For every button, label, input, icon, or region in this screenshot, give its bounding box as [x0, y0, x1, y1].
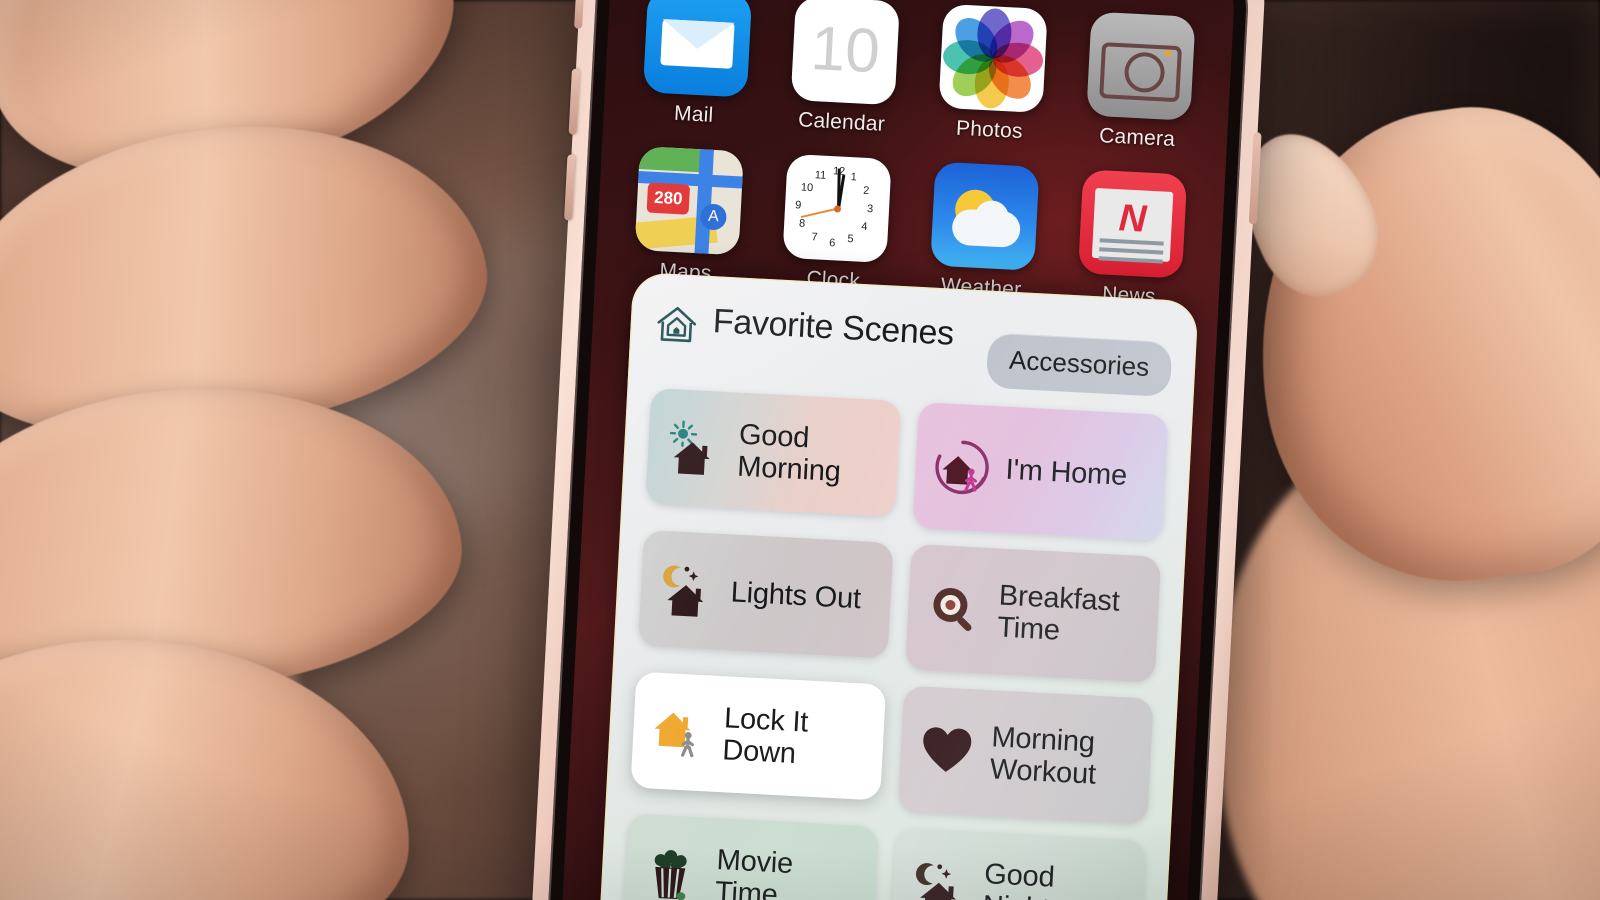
iphone-device: Mail 10 Calendar Photos Camera 280 A Map… — [527, 0, 1269, 900]
scene-tile-good-night[interactable]: Good Night — [890, 827, 1147, 900]
route-shield: 280 — [646, 182, 691, 215]
house-arrive-icon — [935, 440, 989, 495]
home-outline-icon — [657, 306, 697, 343]
scene-tile-morning-workout[interactable]: Morning Workout — [897, 685, 1154, 825]
scene-tile-breakfast-time[interactable]: Breakfast Time — [904, 543, 1162, 683]
clock-numeral: 6 — [828, 237, 836, 250]
app-photos[interactable]: Photos — [933, 3, 1052, 146]
clock-numeral: 9 — [794, 199, 802, 212]
app-news[interactable]: N News — [1072, 169, 1191, 311]
app-label: Calendar — [797, 108, 886, 136]
clock-numeral: 8 — [798, 217, 806, 230]
left-hand — [0, 0, 580, 900]
phone-screen: Mail 10 Calendar Photos Camera 280 A Map… — [559, 0, 1237, 900]
news-glyph: N — [1117, 197, 1148, 241]
clock-numeral: 5 — [847, 233, 854, 246]
clock-numeral: 2 — [862, 184, 870, 198]
scene-tile-good-morning[interactable]: Good Morning — [645, 387, 902, 517]
moon-house-icon — [663, 565, 704, 617]
app-label: Photos — [955, 116, 1024, 144]
scenes-grid: Good Morning I'm Home Lights Out Breakfa… — [623, 387, 1169, 900]
app-label: Camera — [1098, 124, 1176, 152]
app-row-1: Mail 10 Calendar Photos Camera — [637, 0, 1199, 153]
ring-silent-switch[interactable] — [574, 0, 585, 29]
scene-tile-im-home[interactable]: I'm Home — [912, 402, 1169, 541]
calendar-icon: 10 — [790, 0, 900, 106]
app-weather[interactable]: Weather — [925, 161, 1044, 303]
clock-numeral: 3 — [866, 203, 874, 216]
app-mail[interactable]: Mail — [637, 0, 756, 130]
nav-badge: A — [699, 203, 728, 231]
right-hand — [1210, 0, 1600, 900]
finger-pinky — [0, 630, 416, 900]
screenshot-stage: Mail 10 Calendar Photos Camera 280 A Map… — [0, 0, 1600, 900]
clock-numeral: 4 — [860, 220, 868, 234]
scene-tile-lock-it-down[interactable]: Lock It Down — [630, 671, 887, 801]
clock-numeral: 1 — [850, 170, 858, 184]
scene-label: Good Morning — [736, 418, 842, 488]
frying-pan-icon — [933, 587, 972, 632]
clock-icon: 121234567891011 — [782, 153, 892, 264]
app-maps[interactable]: 280 A Maps — [629, 146, 748, 288]
favorite-scenes-widget: Favorite Scenes Accessories Good Morning… — [593, 271, 1199, 900]
accessories-button[interactable]: Accessories — [985, 332, 1173, 398]
scene-label: Good Night — [982, 857, 1056, 900]
clock-numeral: 11 — [814, 169, 827, 182]
orange-house-leave-icon — [654, 712, 694, 758]
app-calendar[interactable]: 10 Calendar — [785, 0, 904, 137]
moon-house-icon — [916, 863, 957, 900]
page-title: Favorite Scenes — [711, 302, 955, 353]
clock-numeral: 10 — [800, 181, 814, 195]
mail-icon — [642, 0, 753, 98]
clock-numeral: 7 — [811, 231, 818, 244]
heart-icon — [923, 727, 972, 772]
app-clock[interactable]: 121234567891011 Clock — [777, 153, 896, 296]
scene-label: Lights Out — [729, 576, 862, 615]
app-label: Mail — [673, 101, 714, 127]
camera-icon — [1086, 11, 1196, 121]
scene-tile-movie-time[interactable]: Movie Time — [623, 813, 879, 900]
app-camera[interactable]: Camera — [1081, 11, 1200, 153]
scene-tile-lights-out[interactable]: Lights Out — [637, 529, 894, 659]
popcorn-icon — [654, 850, 687, 900]
weather-icon — [930, 161, 1040, 271]
scene-label: Movie Time — [714, 843, 794, 900]
scene-label: I'm Home — [1004, 453, 1128, 492]
scene-label: Morning Workout — [989, 720, 1097, 791]
maps-icon: 280 A — [634, 146, 744, 256]
calendar-day: 10 — [809, 13, 882, 87]
photos-icon — [938, 3, 1048, 114]
widget-header: Favorite Scenes Accessories — [652, 299, 1173, 398]
sun-house-icon — [669, 420, 710, 475]
scene-label: Lock It Down — [721, 701, 809, 771]
scene-label: Breakfast Time — [996, 579, 1121, 647]
news-icon: N — [1077, 169, 1188, 279]
